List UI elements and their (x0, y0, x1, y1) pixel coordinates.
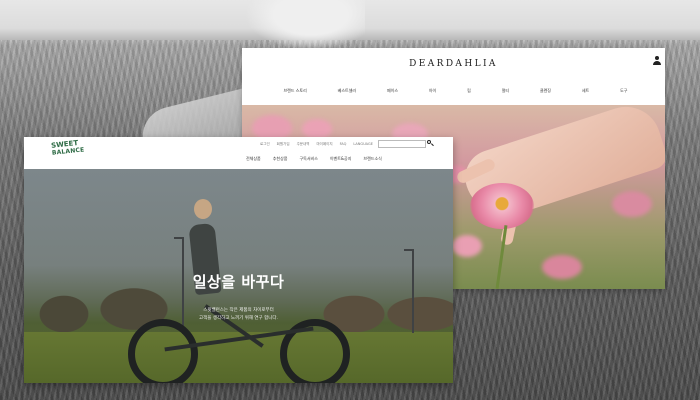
flower-blur (612, 191, 652, 217)
search-input[interactable] (378, 140, 426, 148)
sweet-balance-window: SWEET BALANCE 로그인 회원가입 주문내역 마이페이지 FAQ LA… (24, 137, 453, 383)
nav-item-set[interactable]: 세트 (582, 88, 589, 98)
search-icon[interactable] (427, 140, 433, 146)
bike-front-wheel (280, 319, 350, 383)
dear-dahlia-nav: 브랜드 스토리 베스트셀러 페이스 아이 립 멀티 클렌징 세트 도구 (242, 88, 665, 98)
search-icon-handle (430, 142, 433, 146)
sweet-balance-logo[interactable]: SWEET BALANCE (51, 139, 87, 166)
nav-item-tools[interactable]: 도구 (620, 88, 627, 98)
util-signup[interactable]: 회원가입 (277, 142, 290, 147)
util-orders[interactable]: 주문내역 (297, 142, 310, 147)
utility-menu: 로그인 회원가입 주문내역 마이페이지 FAQ LANGUAGE (260, 142, 373, 147)
light-pole-head (174, 237, 184, 239)
user-icon-body (653, 61, 661, 65)
nav-item-multi[interactable]: 멀티 (502, 88, 509, 98)
rider-head (194, 199, 212, 219)
nav-item-cleansing[interactable]: 클렌징 (540, 88, 551, 98)
nav-item-face[interactable]: 페이스 (387, 88, 398, 98)
flower-blur (542, 255, 582, 279)
nav-item-events[interactable]: 이벤트&공지 (330, 156, 352, 162)
background-figure (245, 0, 365, 50)
sweet-balance-hero-image: 일상을 바꾸다 스윗밸런스는 작은 제품의 차이로부터 고객을 생각하고 느끼기… (24, 169, 453, 383)
user-icon-head (655, 56, 659, 60)
hero-subline-1: 스윗밸런스는 작은 제품의 차이로부터 (203, 308, 274, 313)
util-mypage[interactable]: 마이페이지 (316, 142, 332, 147)
light-pole-head (404, 249, 414, 251)
nav-item-bestseller[interactable]: 베스트셀러 (338, 88, 356, 98)
util-login[interactable]: 로그인 (260, 142, 270, 147)
nav-item-all-products[interactable]: 전체상품 (246, 156, 261, 162)
pink-zinnia-image (470, 183, 534, 229)
hero-heading: 일상을 바꾸다 (192, 273, 285, 291)
user-icon[interactable] (653, 56, 661, 65)
dear-dahlia-logo[interactable]: DEARDAHLIA (242, 59, 665, 69)
nav-item-brand-story[interactable]: 브랜드 스토리 (283, 88, 306, 98)
dear-dahlia-header: DEARDAHLIA 브랜드 스토리 베스트셀러 페이스 아이 립 멀티 클렌징… (242, 48, 665, 105)
flower-blur (452, 235, 482, 257)
util-language[interactable]: LANGUAGE (353, 142, 373, 147)
nav-item-lip[interactable]: 립 (467, 88, 471, 98)
bike-rear-wheel (128, 319, 198, 383)
nav-item-recommended[interactable]: 추천상품 (273, 156, 288, 162)
nav-item-subscription[interactable]: 구독서비스 (299, 156, 317, 162)
sweet-balance-header: SWEET BALANCE 로그인 회원가입 주문내역 마이페이지 FAQ LA… (24, 137, 453, 169)
hero-subline-2: 고객을 생각하고 느끼기 위해 연구 합니다. (199, 316, 278, 321)
sweet-balance-nav: 전체상품 추천상품 구독서비스 이벤트&공지 브랜드소식 (246, 156, 382, 162)
nav-item-brand-news[interactable]: 브랜드소식 (363, 156, 381, 162)
util-faq[interactable]: FAQ (340, 142, 347, 147)
nav-item-eye[interactable]: 아이 (429, 88, 436, 98)
flower-blur (302, 119, 332, 139)
